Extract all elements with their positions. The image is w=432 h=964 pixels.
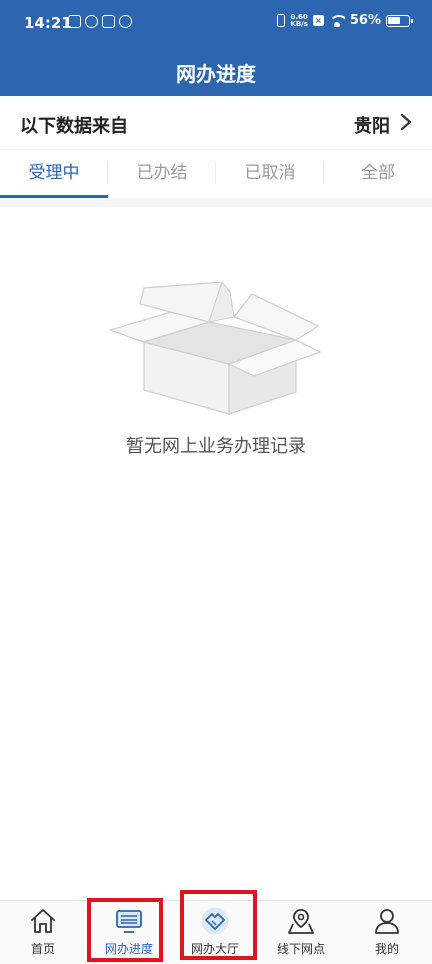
highlight-box-hall bbox=[180, 890, 257, 960]
empty-state-message: 暂无网上业务办理记录 bbox=[126, 436, 306, 457]
wifi-icon bbox=[328, 14, 345, 27]
tab-completed[interactable]: 已办结 bbox=[108, 150, 216, 198]
battery-icon bbox=[386, 14, 413, 27]
tabbar-label: 首页 bbox=[30, 942, 55, 956]
page-title: 网办进度 bbox=[176, 62, 256, 86]
tiktok-icon bbox=[102, 15, 115, 28]
battery-percent: 56% bbox=[349, 13, 381, 28]
status-tabs: 受理中 已办结 已取消 全部 bbox=[0, 150, 432, 198]
content-divider bbox=[0, 198, 432, 207]
home-icon bbox=[31, 909, 55, 933]
network-speed: 0.60 KB/s bbox=[290, 13, 308, 28]
tabbar-label: 我的 bbox=[374, 942, 399, 956]
highlight-box-progress bbox=[87, 898, 163, 962]
chevron-right-icon[interactable] bbox=[400, 113, 412, 131]
notification-app-icon bbox=[68, 15, 81, 28]
status-bar: 14:21 0.60 KB/s × 56% bbox=[0, 0, 432, 52]
status-time: 14:21 bbox=[24, 14, 72, 32]
notification-app-icon bbox=[119, 15, 132, 28]
data-source-selector[interactable]: 以下数据来自 贵阳 bbox=[0, 96, 432, 150]
tab-label: 已办结 bbox=[136, 163, 188, 183]
no-sim-icon: × bbox=[312, 15, 324, 26]
system-icons: 0.60 KB/s × 56% bbox=[277, 13, 413, 28]
tab-label: 全部 bbox=[361, 163, 395, 183]
tabbar-label: 线下网点 bbox=[276, 942, 325, 956]
tabbar-item-home[interactable]: 首页 bbox=[0, 901, 86, 964]
network-speed-unit: KB/s bbox=[290, 19, 308, 28]
user-icon bbox=[375, 909, 399, 934]
map-pin-icon bbox=[288, 909, 314, 934]
data-source-label: 以下数据来自 bbox=[20, 116, 128, 137]
tabbar-item-mine[interactable]: 我的 bbox=[344, 901, 430, 964]
tabbar-item-offline[interactable]: 线下网点 bbox=[258, 901, 344, 964]
app-header: 网办进度 bbox=[0, 52, 432, 96]
notification-icons bbox=[68, 15, 132, 28]
records-list: 暂无网上业务办理记录 bbox=[0, 207, 432, 900]
tab-all[interactable]: 全部 bbox=[324, 150, 432, 198]
data-source-city[interactable]: 贵阳 bbox=[354, 112, 390, 138]
tab-label: 受理中 bbox=[28, 163, 80, 183]
tab-cancelled[interactable]: 已取消 bbox=[216, 150, 324, 198]
tab-in-progress[interactable]: 受理中 bbox=[0, 150, 108, 198]
tab-label: 已取消 bbox=[244, 163, 296, 183]
empty-box-illustration bbox=[108, 282, 322, 415]
notification-app-icon bbox=[85, 15, 98, 28]
vibrate-icon bbox=[277, 14, 286, 27]
